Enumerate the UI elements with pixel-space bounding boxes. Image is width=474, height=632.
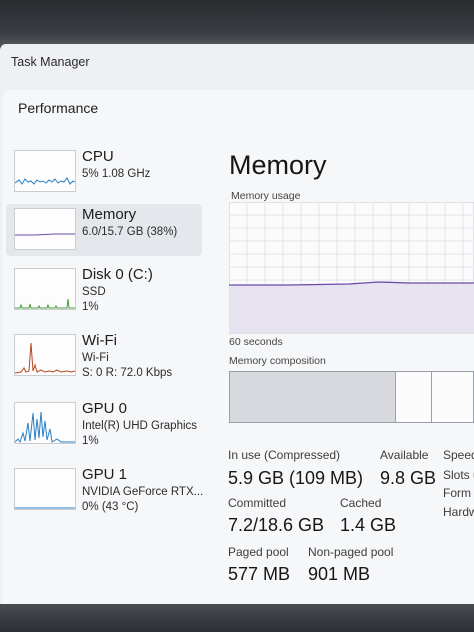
form-factor-label: Form f bbox=[443, 486, 474, 500]
paged-pool-value: 577 MB bbox=[228, 564, 291, 584]
memory-composition-label: Memory composition bbox=[229, 355, 326, 367]
paged-pool-label: Paged pool bbox=[228, 545, 289, 559]
slots-label: Slots u bbox=[443, 468, 474, 482]
memory-graph-thumbnail bbox=[14, 208, 76, 250]
sidebar-item-detail: 6.0/15.7 GB (38%) bbox=[82, 226, 178, 238]
sidebar-item-label: Wi-Fi bbox=[82, 332, 117, 349]
sidebar-item-label: Disk 0 (C:) bbox=[82, 266, 153, 283]
sidebar-item-memory[interactable]: Memory 6.0/15.7 GB (38%) bbox=[6, 204, 202, 256]
sidebar-item-label: CPU bbox=[82, 148, 114, 165]
section-title: Performance bbox=[18, 100, 99, 116]
sidebar-item-detail: NVIDIA GeForce RTX... bbox=[82, 486, 204, 498]
memory-usage-graph bbox=[228, 201, 474, 374]
cached-label: Cached bbox=[340, 496, 382, 510]
memory-composition-bar bbox=[229, 371, 474, 423]
disk-graph-thumbnail bbox=[14, 268, 76, 310]
speed-label: Speed bbox=[443, 448, 474, 462]
sidebar-item-gpu1[interactable]: GPU 1 NVIDIA GeForce RTX... 0% (43 °C) bbox=[6, 464, 204, 516]
composition-in-use-segment bbox=[230, 372, 396, 422]
sidebar-item-label: Memory bbox=[82, 206, 137, 223]
screen-bezel-bottom bbox=[0, 604, 474, 632]
sidebar-item-usage: 0% (43 °C) bbox=[82, 501, 139, 513]
non-paged-pool-label: Non-paged pool bbox=[308, 545, 394, 559]
available-label: Available bbox=[380, 448, 429, 462]
wifi-graph-thumbnail bbox=[14, 334, 76, 376]
gpu0-graph-thumbnail bbox=[14, 402, 76, 444]
page-title: Memory bbox=[229, 150, 327, 180]
cpu-graph-thumbnail bbox=[14, 150, 76, 192]
composition-modified-segment bbox=[395, 372, 432, 422]
task-manager-window: Task Manager Performance CPU 5% 1.08 GHz… bbox=[0, 44, 474, 606]
sidebar-item-cpu[interactable]: CPU 5% 1.08 GHz bbox=[6, 146, 202, 198]
memory-usage-label: Memory usage bbox=[231, 190, 301, 202]
time-window-label: 60 seconds bbox=[229, 336, 283, 348]
gpu1-graph-thumbnail bbox=[14, 468, 76, 510]
non-paged-pool-value: 901 MB bbox=[308, 564, 371, 584]
sidebar-item-detail: 5% 1.08 GHz bbox=[82, 168, 151, 180]
in-use-label: In use (Compressed) bbox=[228, 448, 341, 462]
available-value: 9.8 GB bbox=[380, 468, 437, 488]
screen-bezel-top bbox=[0, 0, 474, 46]
cached-value: 1.4 GB bbox=[340, 515, 397, 535]
app-title: Task Manager bbox=[11, 55, 90, 69]
sidebar-item-wifi[interactable]: Wi-Fi Wi-Fi S: 0 R: 72.0 Kbps bbox=[6, 330, 202, 382]
sidebar-item-throughput: S: 0 R: 72.0 Kbps bbox=[82, 367, 173, 379]
sidebar-item-usage: 1% bbox=[82, 435, 99, 447]
sidebar-item-detail: SSD bbox=[82, 286, 106, 298]
in-use-value: 5.9 GB (109 MB) bbox=[228, 468, 364, 488]
sidebar-item-disk[interactable]: Disk 0 (C:) SSD 1% bbox=[6, 264, 202, 316]
sidebar-item-label: GPU 0 bbox=[82, 400, 128, 417]
committed-value: 7.2/18.6 GB bbox=[228, 515, 325, 535]
sidebar-item-usage: 1% bbox=[82, 301, 99, 313]
sidebar-item-gpu0[interactable]: GPU 0 Intel(R) UHD Graphics 1% bbox=[6, 398, 202, 450]
sidebar-item-detail: Intel(R) UHD Graphics bbox=[82, 420, 198, 432]
sidebar-item-detail: Wi-Fi bbox=[82, 352, 109, 364]
sidebar-item-label: GPU 1 bbox=[82, 466, 128, 483]
hardware-reserved-label: Hardw bbox=[443, 505, 474, 519]
committed-label: Committed bbox=[228, 496, 287, 510]
